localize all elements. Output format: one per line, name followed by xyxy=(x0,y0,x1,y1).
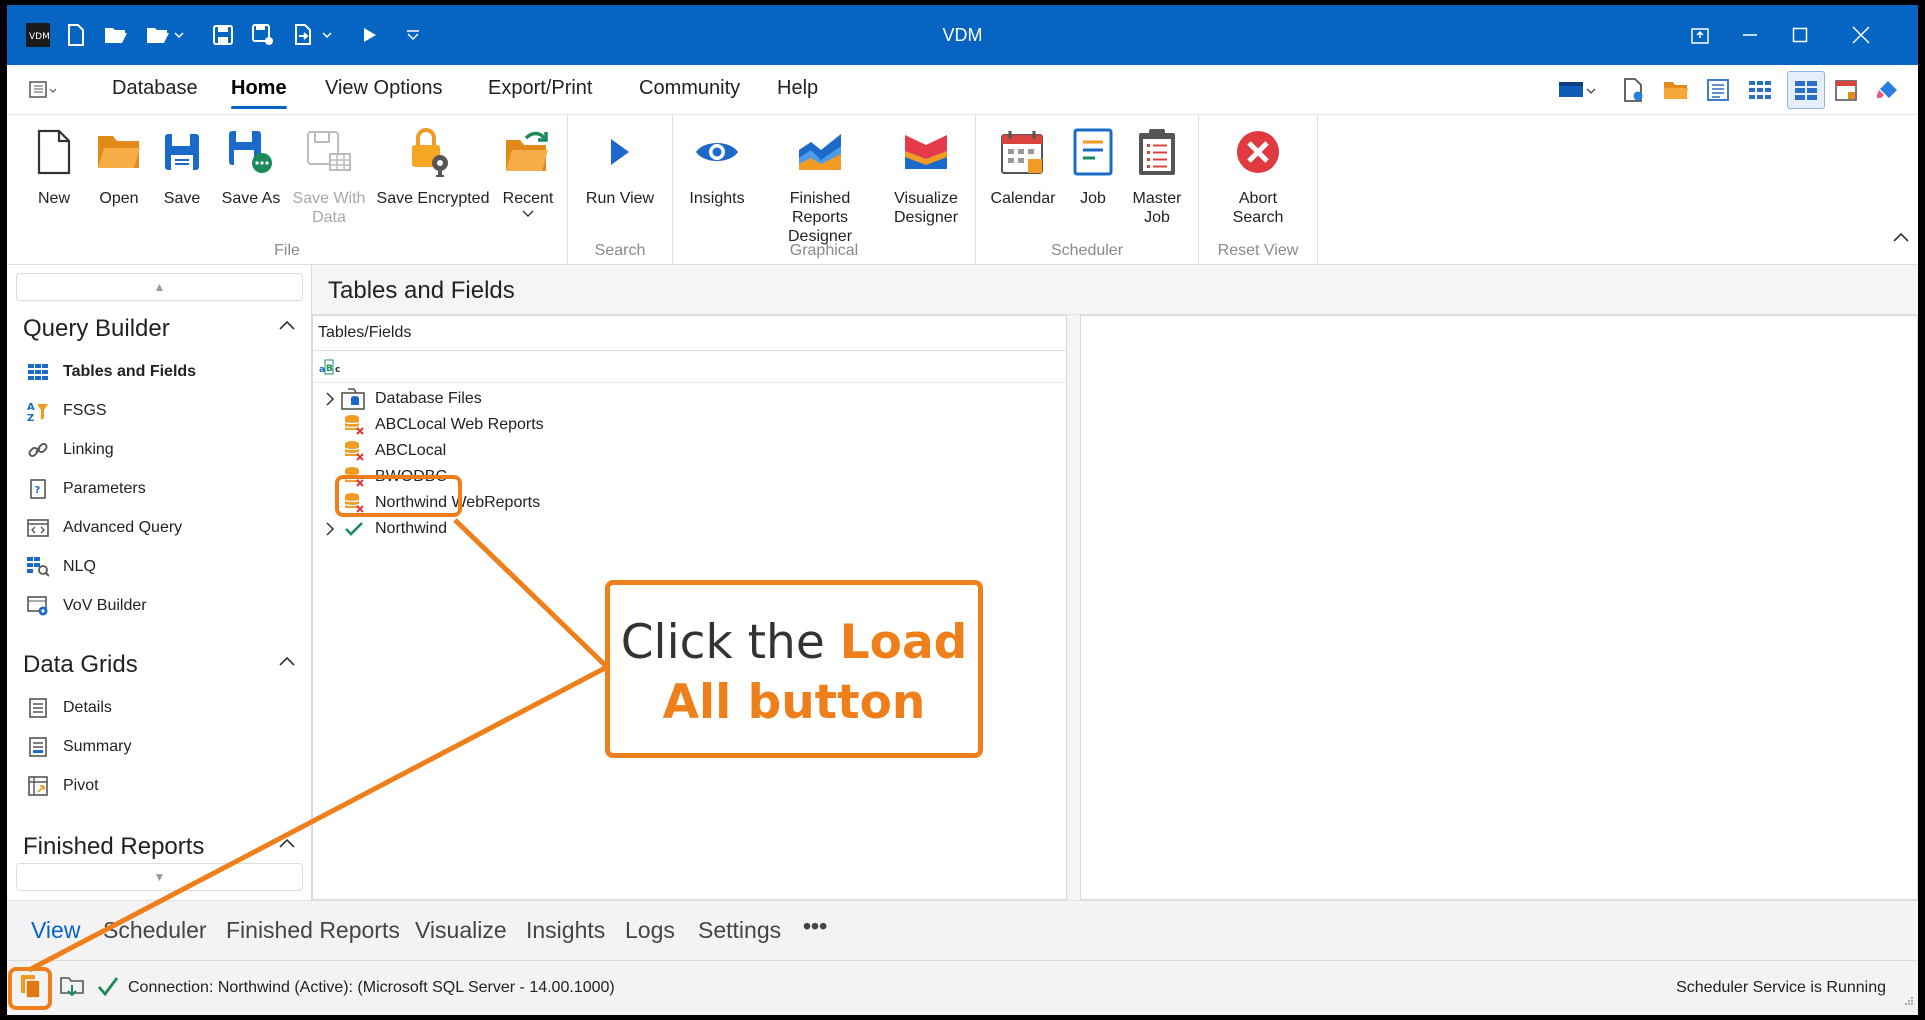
load-all-highlight xyxy=(8,967,52,1010)
annotation-lines xyxy=(27,518,609,973)
bwodbc-highlight xyxy=(335,475,462,517)
instruction-callout: Click the Load All button xyxy=(605,580,983,758)
app-window: VDM VDM Database Home View Options Expor… xyxy=(7,5,1918,1015)
